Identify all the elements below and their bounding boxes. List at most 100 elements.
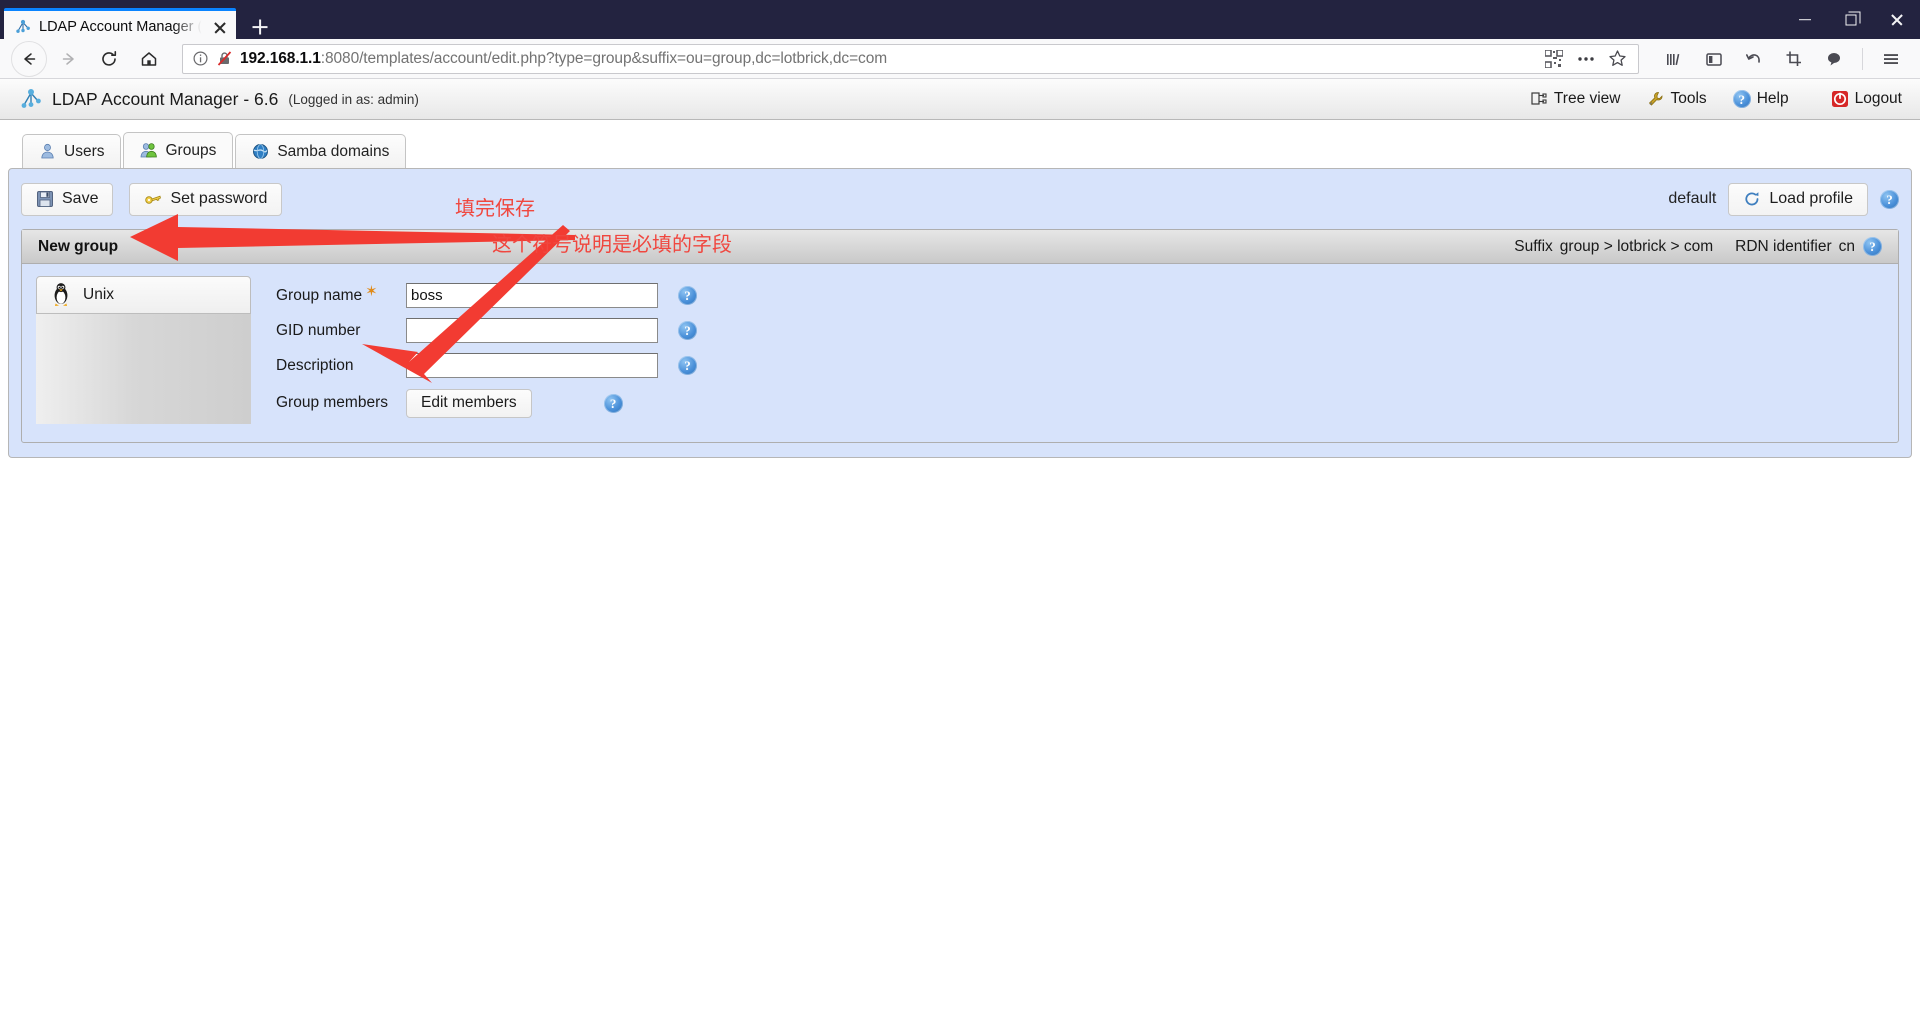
nav-label: Tree view [1553, 90, 1621, 107]
field-label-text: Description [276, 356, 354, 374]
help-icon: ? [1732, 90, 1751, 108]
ldap-tree-icon [14, 18, 32, 36]
lam-top-nav: Tree view Tools ? Help Logout [1530, 90, 1902, 108]
url-path: :8080/templates/account/edit.php?type=gr… [320, 49, 888, 67]
tab-label: Groups [165, 141, 217, 159]
menu-icon[interactable] [1872, 42, 1910, 76]
group-name-input[interactable] [406, 283, 658, 308]
field-row-gid-number: GID number ? [276, 313, 1884, 348]
floppy-disk-icon [36, 190, 54, 208]
help-icon[interactable]: ? [603, 393, 623, 413]
gid-number-input[interactable] [406, 318, 658, 343]
tab-close-icon[interactable] [210, 17, 230, 37]
set-password-button[interactable]: Set password [129, 182, 283, 216]
window-close-icon[interactable] [1874, 0, 1920, 39]
suffix-value: group > lotbrick > com [1559, 237, 1714, 255]
rdn-info: RDN identifier cn [1735, 238, 1855, 256]
required-marker: ✶ [365, 283, 378, 300]
help-icon[interactable]: ? [1863, 237, 1882, 256]
restore-icon[interactable] [1828, 0, 1874, 39]
tab-groups[interactable]: Groups [123, 132, 234, 168]
star-icon[interactable] [1604, 46, 1632, 72]
edit-members-button[interactable]: Edit members [406, 388, 532, 418]
url-bar[interactable]: 192.168.1.1:8080/templates/account/edit.… [182, 43, 1639, 74]
profile-name: default [1668, 190, 1717, 207]
ellipsis-icon[interactable] [1572, 46, 1600, 72]
nav-label: Help [1756, 90, 1789, 107]
broken-lock-icon[interactable] [216, 50, 233, 67]
group-icon [140, 142, 158, 159]
browser-tab[interactable]: LDAP Account Manager (ope [4, 8, 236, 43]
field-row-description: Description ? [276, 348, 1884, 383]
tab-samba-domains[interactable]: Samba domains [235, 134, 407, 168]
screenshot-icon[interactable] [1775, 42, 1813, 76]
key-icon [144, 190, 162, 208]
help-icon[interactable]: ? [678, 321, 697, 340]
refresh-circle-icon [1743, 190, 1761, 208]
rdn-label: RDN identifier [1735, 237, 1832, 255]
lam-page: LDAP Account Manager - 6.6 (Logged in as… [0, 79, 1920, 1029]
help-icon[interactable]: ? [678, 286, 697, 305]
pocket-icon[interactable] [1815, 42, 1853, 76]
help-icon[interactable]: ? [1880, 189, 1899, 209]
new-tab-button[interactable] [242, 11, 278, 43]
form-meta: Suffix group > lotbrick > com RDN identi… [1514, 237, 1882, 256]
save-button[interactable]: Save [21, 182, 114, 216]
module-column-filler [36, 314, 251, 424]
new-group-form: New group Suffix group > lotbrick > com … [21, 229, 1899, 443]
load-profile-button[interactable]: Load profile [1728, 182, 1868, 216]
field-label: GID number [276, 322, 406, 340]
field-list: Group name✶ ? GID number ? [251, 276, 1884, 424]
nav-label: Logout [1854, 90, 1902, 107]
module-tab-unix[interactable]: Unix [36, 276, 251, 314]
tab-label: Samba domains [277, 142, 390, 160]
field-label: Group members [276, 394, 406, 412]
url-text: 192.168.1.1:8080/templates/account/edit.… [240, 50, 1533, 68]
page-info-icon[interactable] [192, 50, 209, 67]
tab-users[interactable]: Users [22, 134, 122, 168]
save-label: Save [62, 190, 99, 207]
nav-tools[interactable]: Tools [1647, 90, 1707, 108]
profile-controls: default Load profile ? [1668, 182, 1899, 216]
nav-tree-view[interactable]: Tree view [1530, 90, 1621, 108]
form-header: New group Suffix group > lotbrick > com … [22, 230, 1898, 264]
module-label: Unix [83, 286, 115, 303]
lam-tree-icon [18, 86, 44, 112]
form-body: Unix Group name✶ ? [22, 264, 1898, 442]
minimize-icon[interactable] [1782, 0, 1828, 39]
browser-tabstrip: LDAP Account Manager (ope [0, 0, 278, 43]
field-row-group-name: Group name✶ ? [276, 278, 1884, 313]
tab-label: Users [64, 142, 105, 160]
app-title: LDAP Account Manager - 6.6 [52, 88, 279, 109]
home-icon[interactable] [130, 42, 168, 76]
undo-icon[interactable] [1735, 42, 1773, 76]
field-label-text: Group name [276, 287, 363, 304]
rdn-value: cn [1838, 237, 1855, 255]
penguin-icon [49, 282, 73, 308]
action-toolbar: Save Set password default Load profile ? [21, 179, 1899, 219]
user-icon [39, 143, 56, 160]
browser-titlebar: LDAP Account Manager (ope [0, 0, 1920, 43]
help-icon[interactable]: ? [678, 356, 697, 375]
field-row-group-members: Group members Edit members ? [276, 383, 1884, 423]
back-arrow-icon[interactable] [10, 42, 48, 76]
nav-logout[interactable]: Logout [1831, 90, 1902, 108]
field-label: Group name ✶ [276, 283, 406, 305]
browser-navbar: 192.168.1.1:8080/templates/account/edit.… [0, 39, 1920, 79]
suffix-info: Suffix group > lotbrick > com [1514, 238, 1713, 256]
set-password-label: Set password [170, 190, 268, 207]
description-input[interactable] [406, 353, 658, 378]
qr-code-icon[interactable] [1540, 46, 1568, 72]
library-icon[interactable] [1655, 42, 1693, 76]
suffix-label: Suffix [1514, 237, 1553, 255]
module-column: Unix [36, 276, 251, 424]
field-label-text: GID number [276, 321, 361, 339]
sidebar-icon[interactable] [1695, 42, 1733, 76]
load-profile-label: Load profile [1769, 190, 1853, 207]
url-host: 192.168.1.1 [240, 49, 321, 67]
nav-help[interactable]: ? Help [1732, 90, 1789, 108]
url-bar-actions [1540, 46, 1632, 72]
reload-icon[interactable] [90, 42, 128, 76]
lam-tabs: Users Groups Samba domains [8, 130, 1912, 168]
lam-content: Users Groups Samba domains Save Set pass… [0, 120, 1920, 458]
